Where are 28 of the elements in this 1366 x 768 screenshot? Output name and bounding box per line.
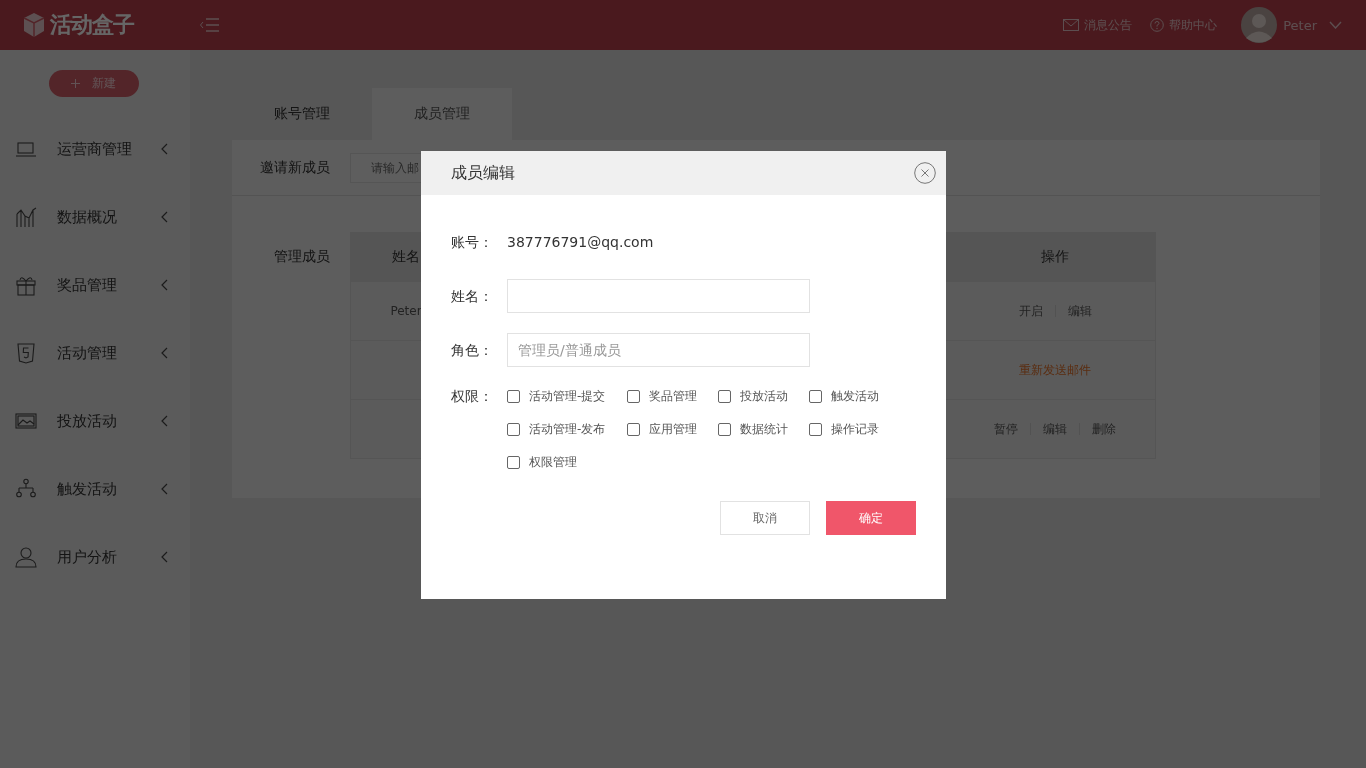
checkbox-label: 数据统计	[740, 420, 788, 438]
sidebar-label: 用户分析	[57, 547, 118, 567]
column-header: 操作	[1040, 248, 1070, 266]
checkbox-label: 操作记录	[831, 420, 879, 438]
sidebar-label: 触发活动	[57, 479, 118, 499]
members-label: 管理成员	[274, 247, 331, 266]
sidebar-label: 运营商管理	[57, 139, 133, 159]
sidebar-label: 投放活动	[57, 411, 118, 431]
sidebar-label: 活动管理	[57, 343, 118, 363]
checkbox-label: 投放活动	[740, 387, 788, 405]
checkbox-label: 权限管理	[529, 453, 577, 471]
account-value: 387776791@qq.com	[507, 234, 654, 250]
name-label: 姓名：	[451, 287, 494, 305]
table-cell: Peter	[390, 304, 422, 318]
sidebar-label: 奖品管理	[57, 275, 118, 295]
permissions-label: 权限：	[451, 387, 494, 405]
checkbox-label: 奖品管理	[649, 387, 697, 405]
checkbox-label: 活动管理-发布	[529, 420, 606, 438]
sidebar-label: 数据概况	[57, 207, 118, 227]
account-label: 账号：	[451, 233, 494, 251]
invite-label: 邀请新成员	[260, 158, 331, 177]
role-label: 角色：	[451, 341, 494, 359]
checkbox-label: 活动管理-提交	[529, 387, 606, 405]
logo-text: 活动盒子	[50, 11, 134, 39]
checkbox-label: 应用管理	[649, 420, 697, 438]
dialog-title: 成员编辑	[451, 162, 515, 184]
column-header: 姓名	[391, 248, 421, 266]
checkbox-label: 触发活动	[831, 387, 879, 405]
